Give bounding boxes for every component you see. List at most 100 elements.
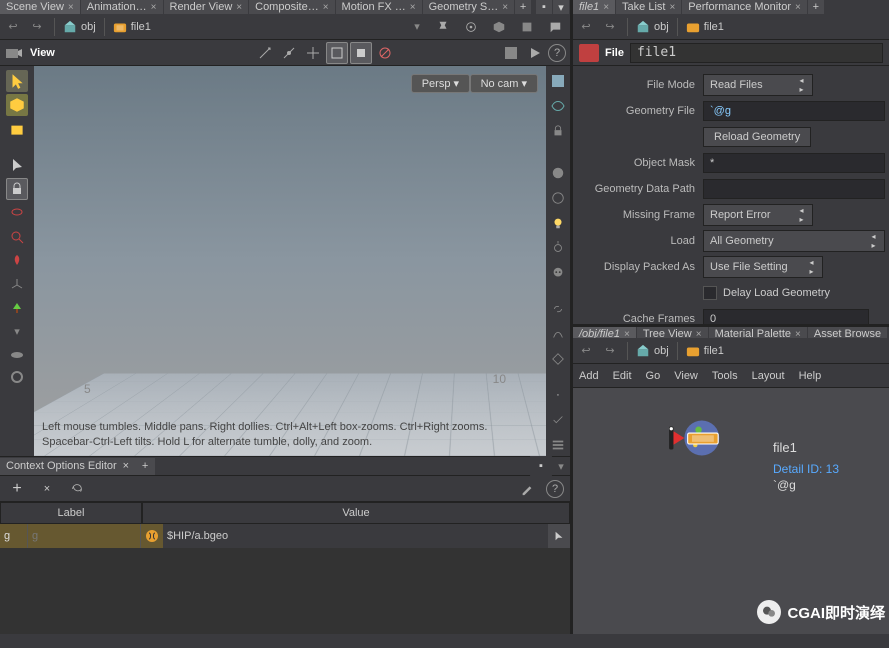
lasso-icon[interactable] xyxy=(6,202,28,224)
help-icon[interactable]: ? xyxy=(546,480,564,498)
poly-icon[interactable] xyxy=(547,348,569,370)
tab-scene-view[interactable]: Scene View× xyxy=(0,0,80,14)
row-key[interactable]: g xyxy=(0,524,28,548)
new-tab-button[interactable]: + xyxy=(808,0,824,14)
node-name-input[interactable] xyxy=(630,43,883,63)
geom-file-input[interactable] xyxy=(703,101,885,121)
cube-tool-icon[interactable] xyxy=(6,94,28,116)
path-seg-obj[interactable]: obj xyxy=(636,344,669,358)
snap-point-icon[interactable] xyxy=(254,42,276,64)
refresh-icon[interactable] xyxy=(66,478,88,500)
disc-icon[interactable] xyxy=(6,342,28,364)
no-icon[interactable] xyxy=(374,42,396,64)
close-icon[interactable]: × xyxy=(502,2,508,13)
tab-motion-fx[interactable]: Motion FX …× xyxy=(336,0,422,14)
ring-icon[interactable] xyxy=(6,366,28,388)
close-icon[interactable]: × xyxy=(323,2,329,13)
chevron-down-icon[interactable]: ▾ xyxy=(408,18,426,36)
path-seg-file1[interactable]: file1 xyxy=(686,20,724,34)
tab-file1[interactable]: file1× xyxy=(573,0,615,14)
menu-layout[interactable]: Layout xyxy=(752,370,785,382)
axes-icon[interactable] xyxy=(6,274,28,296)
camera-dropdown[interactable]: No cam▾ xyxy=(470,74,538,93)
col-label[interactable]: Label xyxy=(0,502,142,524)
sphere-shade-icon[interactable] xyxy=(547,162,569,184)
snap-edge-icon[interactable] xyxy=(278,42,300,64)
light-icon[interactable] xyxy=(547,212,569,234)
path-seg-file1[interactable]: file1 xyxy=(686,344,724,358)
tab-render-view[interactable]: Render View× xyxy=(164,0,249,14)
obj-mask-input[interactable] xyxy=(703,153,885,173)
settings-icon[interactable] xyxy=(547,434,569,456)
edit-icon[interactable] xyxy=(516,478,538,500)
link-icon[interactable] xyxy=(547,298,569,320)
menu-add[interactable]: Add xyxy=(579,370,599,382)
forward-arrow-icon[interactable]: ↪ xyxy=(28,18,46,36)
tree-icon[interactable] xyxy=(6,298,28,320)
tab-take-list[interactable]: Take List× xyxy=(616,0,681,14)
path-seg-file1[interactable]: file1 xyxy=(113,20,151,34)
picker-icon[interactable] xyxy=(548,524,570,548)
chevron-down-icon[interactable]: ▾ xyxy=(553,0,569,14)
delete-icon[interactable]: × xyxy=(36,478,58,500)
expr-icon[interactable] xyxy=(141,524,163,548)
tab-animation[interactable]: Animation…× xyxy=(81,0,163,14)
data-path-input[interactable] xyxy=(703,179,885,199)
close-icon[interactable]: × xyxy=(603,2,609,13)
new-tab-button[interactable]: + xyxy=(515,0,531,14)
table-row[interactable]: g g $HIP/a.bgeo xyxy=(0,524,570,548)
pointer-icon[interactable] xyxy=(6,154,28,176)
target-icon[interactable] xyxy=(460,16,482,38)
file-mode-dropdown[interactable]: Read Files xyxy=(703,74,813,96)
rocket-icon[interactable] xyxy=(6,250,28,272)
close-icon[interactable]: × xyxy=(123,460,129,472)
path-seg-obj[interactable]: obj xyxy=(636,20,669,34)
file-node[interactable] xyxy=(668,410,728,466)
cache-input[interactable] xyxy=(703,309,869,324)
row-value[interactable]: $HIP/a.bgeo xyxy=(163,524,548,548)
paint-icon[interactable] xyxy=(516,16,538,38)
path-seg-obj[interactable]: obj xyxy=(63,20,96,34)
menu-view[interactable]: View xyxy=(674,370,698,382)
back-arrow-icon[interactable]: ↩ xyxy=(577,342,595,360)
frame-icon[interactable] xyxy=(350,42,372,64)
close-icon[interactable]: × xyxy=(151,2,157,13)
more-down-icon[interactable]: ▾ xyxy=(8,322,26,340)
curve-icon[interactable] xyxy=(547,323,569,345)
menu-edit[interactable]: Edit xyxy=(613,370,632,382)
forward-arrow-icon[interactable]: ↪ xyxy=(601,342,619,360)
render-icon[interactable] xyxy=(524,42,546,64)
chat-icon[interactable] xyxy=(544,16,566,38)
pane-menu-icon[interactable]: ▪ xyxy=(536,0,552,14)
shade-icon[interactable] xyxy=(547,70,569,92)
close-icon[interactable]: × xyxy=(669,2,675,13)
skull-icon[interactable] xyxy=(547,262,569,284)
tab-geometry[interactable]: Geometry S…× xyxy=(423,0,515,14)
delay-checkbox[interactable] xyxy=(703,286,717,300)
persp-dropdown[interactable]: Persp▾ xyxy=(411,74,470,93)
wire-icon[interactable] xyxy=(547,95,569,117)
menu-tools[interactable]: Tools xyxy=(712,370,738,382)
pane-menu-icon[interactable]: ▪ xyxy=(530,455,552,477)
chevron-down-icon[interactable]: ▾ xyxy=(552,457,570,475)
missing-frame-dropdown[interactable]: Report Error xyxy=(703,204,813,226)
bulb-icon[interactable] xyxy=(547,237,569,259)
lock2-icon[interactable] xyxy=(547,120,569,142)
reload-button[interactable]: Reload Geometry xyxy=(703,127,811,147)
load-dropdown[interactable]: All Geometry xyxy=(703,230,885,252)
back-arrow-icon[interactable]: ↩ xyxy=(577,18,595,36)
select-tool-icon[interactable] xyxy=(6,70,28,92)
close-icon[interactable]: × xyxy=(410,2,416,13)
network-view[interactable]: file1 Detail ID: 13 `@g CGAI即时演绎 xyxy=(573,388,889,634)
select-mode-icon[interactable] xyxy=(326,42,348,64)
dot-icon[interactable]: · xyxy=(547,384,569,406)
check-icon[interactable] xyxy=(547,409,569,431)
help-icon[interactable]: ? xyxy=(548,44,566,62)
back-arrow-icon[interactable]: ↩ xyxy=(4,18,22,36)
row-hint[interactable]: g xyxy=(28,524,141,548)
close-icon[interactable]: × xyxy=(236,2,242,13)
packed-dropdown[interactable]: Use File Setting xyxy=(703,256,823,278)
close-icon[interactable]: × xyxy=(795,2,801,13)
menu-help[interactable]: Help xyxy=(799,370,822,382)
menu-go[interactable]: Go xyxy=(646,370,661,382)
